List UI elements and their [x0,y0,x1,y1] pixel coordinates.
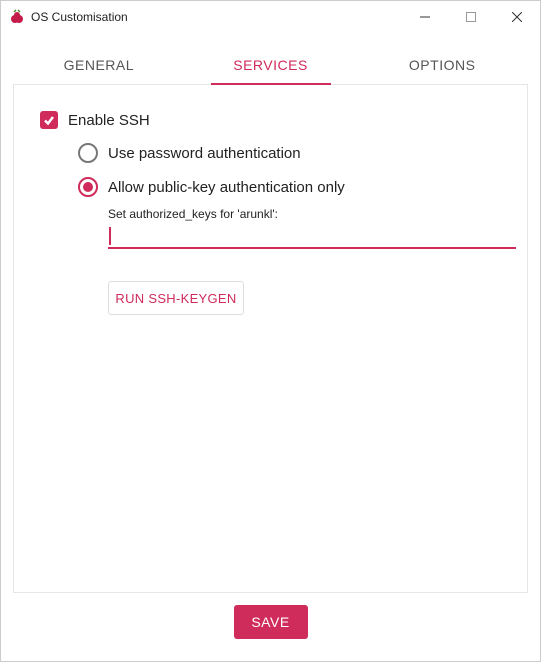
authorized-keys-input[interactable] [108,223,516,249]
save-button[interactable]: SAVE [234,605,308,639]
window-title: OS Customisation [31,10,402,24]
maximize-icon [466,12,476,22]
maximize-button[interactable] [448,1,494,33]
enable-ssh-row: Enable SSH [40,111,501,129]
tab-label: OPTIONS [409,57,476,73]
tab-label: SERVICES [233,57,308,73]
enable-ssh-label: Enable SSH [68,112,150,129]
radio-label: Use password authentication [108,145,301,162]
radio-button [78,143,98,163]
tab-services[interactable]: SERVICES [185,45,357,84]
close-icon [512,12,522,22]
titlebar: OS Customisation [1,1,540,33]
button-label: SAVE [251,614,289,630]
enable-ssh-checkbox[interactable] [40,111,58,129]
window-controls [402,1,540,33]
radio-pubkey-auth[interactable]: Allow public-key authentication only [78,177,501,197]
tab-label: GENERAL [64,57,134,73]
close-button[interactable] [494,1,540,33]
ssh-auth-radio-group: Use password authentication Allow public… [78,143,501,211]
os-customisation-window: OS Customisation GENERAL SERVICES OPTION [0,0,541,662]
radio-button [78,177,98,197]
footer: SAVE [13,593,528,643]
radio-label: Allow public-key authentication only [108,179,345,196]
content-area: GENERAL SERVICES OPTIONS Enable SSH Use [1,33,540,661]
authorized-keys-field: Set authorized_keys for 'arunkl': [108,207,501,267]
text-caret [109,227,111,245]
button-label: RUN SSH-KEYGEN [115,291,236,306]
checkmark-icon [43,114,55,126]
minimize-icon [420,12,430,22]
active-tab-underline [211,83,331,85]
authorized-keys-label: Set authorized_keys for 'arunkl': [108,207,501,221]
tab-general[interactable]: GENERAL [13,45,185,84]
radio-password-auth[interactable]: Use password authentication [78,143,501,163]
tab-bar: GENERAL SERVICES OPTIONS [13,45,528,85]
run-ssh-keygen-button[interactable]: RUN SSH-KEYGEN [108,281,244,315]
app-icon [9,9,25,25]
services-panel: Enable SSH Use password authentication A… [13,85,528,593]
minimize-button[interactable] [402,1,448,33]
tab-options[interactable]: OPTIONS [356,45,528,84]
panel-spacer [40,315,501,582]
